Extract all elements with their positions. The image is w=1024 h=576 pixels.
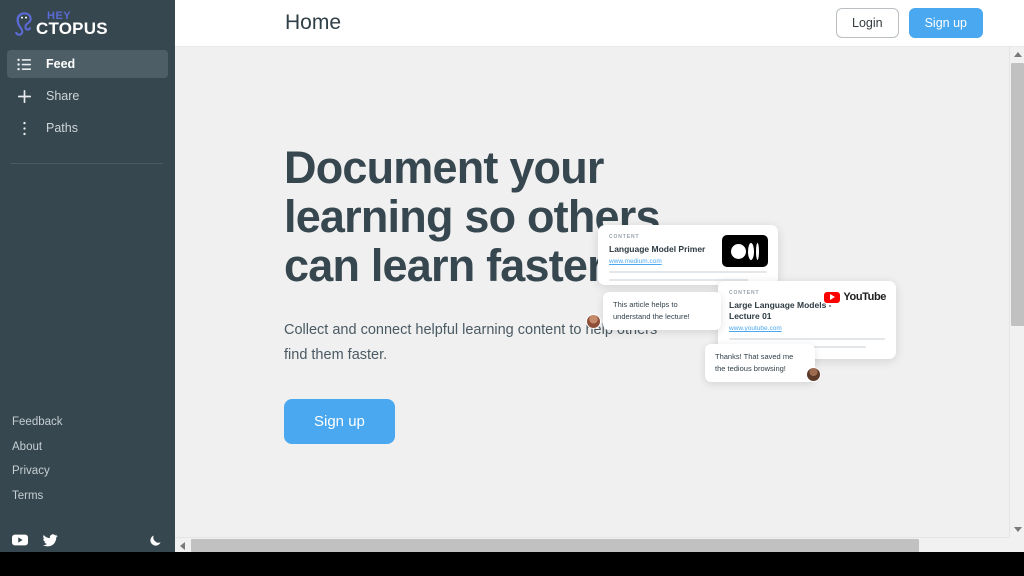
footer-link-about[interactable]: About — [12, 441, 175, 453]
scroll-up-arrow-icon[interactable] — [1010, 47, 1024, 62]
content-card-title: Large Language Models - Lecture 01 — [729, 300, 832, 321]
card-placeholder-line — [729, 338, 885, 340]
content-card-medium[interactable]: CONTENT Language Model Primer www.medium… — [598, 225, 778, 285]
app-logo[interactable]: HEY CTOPUS — [0, 0, 175, 48]
signup-button-hero[interactable]: Sign up — [284, 399, 395, 444]
signup-button-header[interactable]: Sign up — [908, 8, 983, 38]
sidebar-social-row — [0, 524, 175, 552]
content-card-title: Language Model Primer — [609, 244, 706, 254]
sidebar-item-share-label: Share — [46, 89, 80, 103]
scroll-left-arrow-icon[interactable] — [175, 538, 190, 553]
comment-bubble-2[interactable]: Thanks! That saved me the tedious browsi… — [705, 344, 815, 382]
sidebar-footer-links: Feedback About Privacy Terms — [0, 416, 175, 524]
logo-ctopus-text: CTOPUS — [36, 19, 108, 38]
scrollbar-corner — [1009, 537, 1024, 552]
sidebar-item-feed-label: Feed — [46, 57, 76, 71]
sidebar-item-paths-label: Paths — [46, 121, 78, 135]
moon-icon[interactable] — [149, 533, 163, 547]
sidebar-item-feed[interactable]: Feed — [7, 50, 168, 78]
sidebar-item-paths[interactable]: Paths — [7, 114, 168, 142]
horizontal-scrollbar-thumb[interactable] — [191, 539, 919, 552]
scroll-down-arrow-icon[interactable] — [1010, 522, 1024, 537]
footer-link-terms[interactable]: Terms — [12, 490, 175, 502]
card-placeholder-line — [609, 271, 767, 273]
vertical-dots-icon — [15, 120, 33, 136]
youtube-icon[interactable] — [12, 534, 28, 546]
list-icon — [15, 56, 33, 72]
avatar[interactable] — [586, 314, 601, 329]
avatar[interactable] — [806, 367, 821, 382]
plus-icon — [15, 88, 33, 104]
top-bar-actions: Login Sign up — [836, 8, 1002, 38]
sidebar: HEY CTOPUS Feed Share Paths Feedback Abo… — [0, 0, 175, 552]
login-button[interactable]: Login — [836, 8, 899, 38]
horizontal-scrollbar[interactable] — [175, 537, 1024, 552]
youtube-brand-text: YouTube — [843, 291, 886, 303]
sidebar-item-share[interactable]: Share — [7, 82, 168, 110]
page-title: Home — [285, 11, 342, 34]
main-content: Home Login Sign up Document your learnin… — [175, 0, 1024, 552]
comment-bubble-1[interactable]: This article helps to understand the lec… — [603, 292, 721, 330]
vertical-scrollbar-thumb[interactable] — [1011, 63, 1024, 326]
medium-logo-icon — [722, 235, 768, 267]
logo-wordmark: HEY CTOPUS — [36, 11, 108, 38]
bottom-bar — [0, 552, 1024, 576]
youtube-logo-icon: YouTube — [824, 291, 886, 303]
footer-link-privacy[interactable]: Privacy — [12, 465, 175, 477]
twitter-icon[interactable] — [42, 533, 58, 547]
vertical-scrollbar[interactable] — [1009, 47, 1024, 537]
sidebar-nav: Feed Share Paths — [0, 50, 175, 146]
footer-link-feedback[interactable]: Feedback — [12, 416, 175, 428]
top-bar: Home Login Sign up — [175, 0, 1024, 47]
app-window: HEY CTOPUS Feed Share Paths Feedback Abo… — [0, 0, 1024, 576]
content-card-url[interactable]: www.youtube.com — [729, 325, 885, 332]
